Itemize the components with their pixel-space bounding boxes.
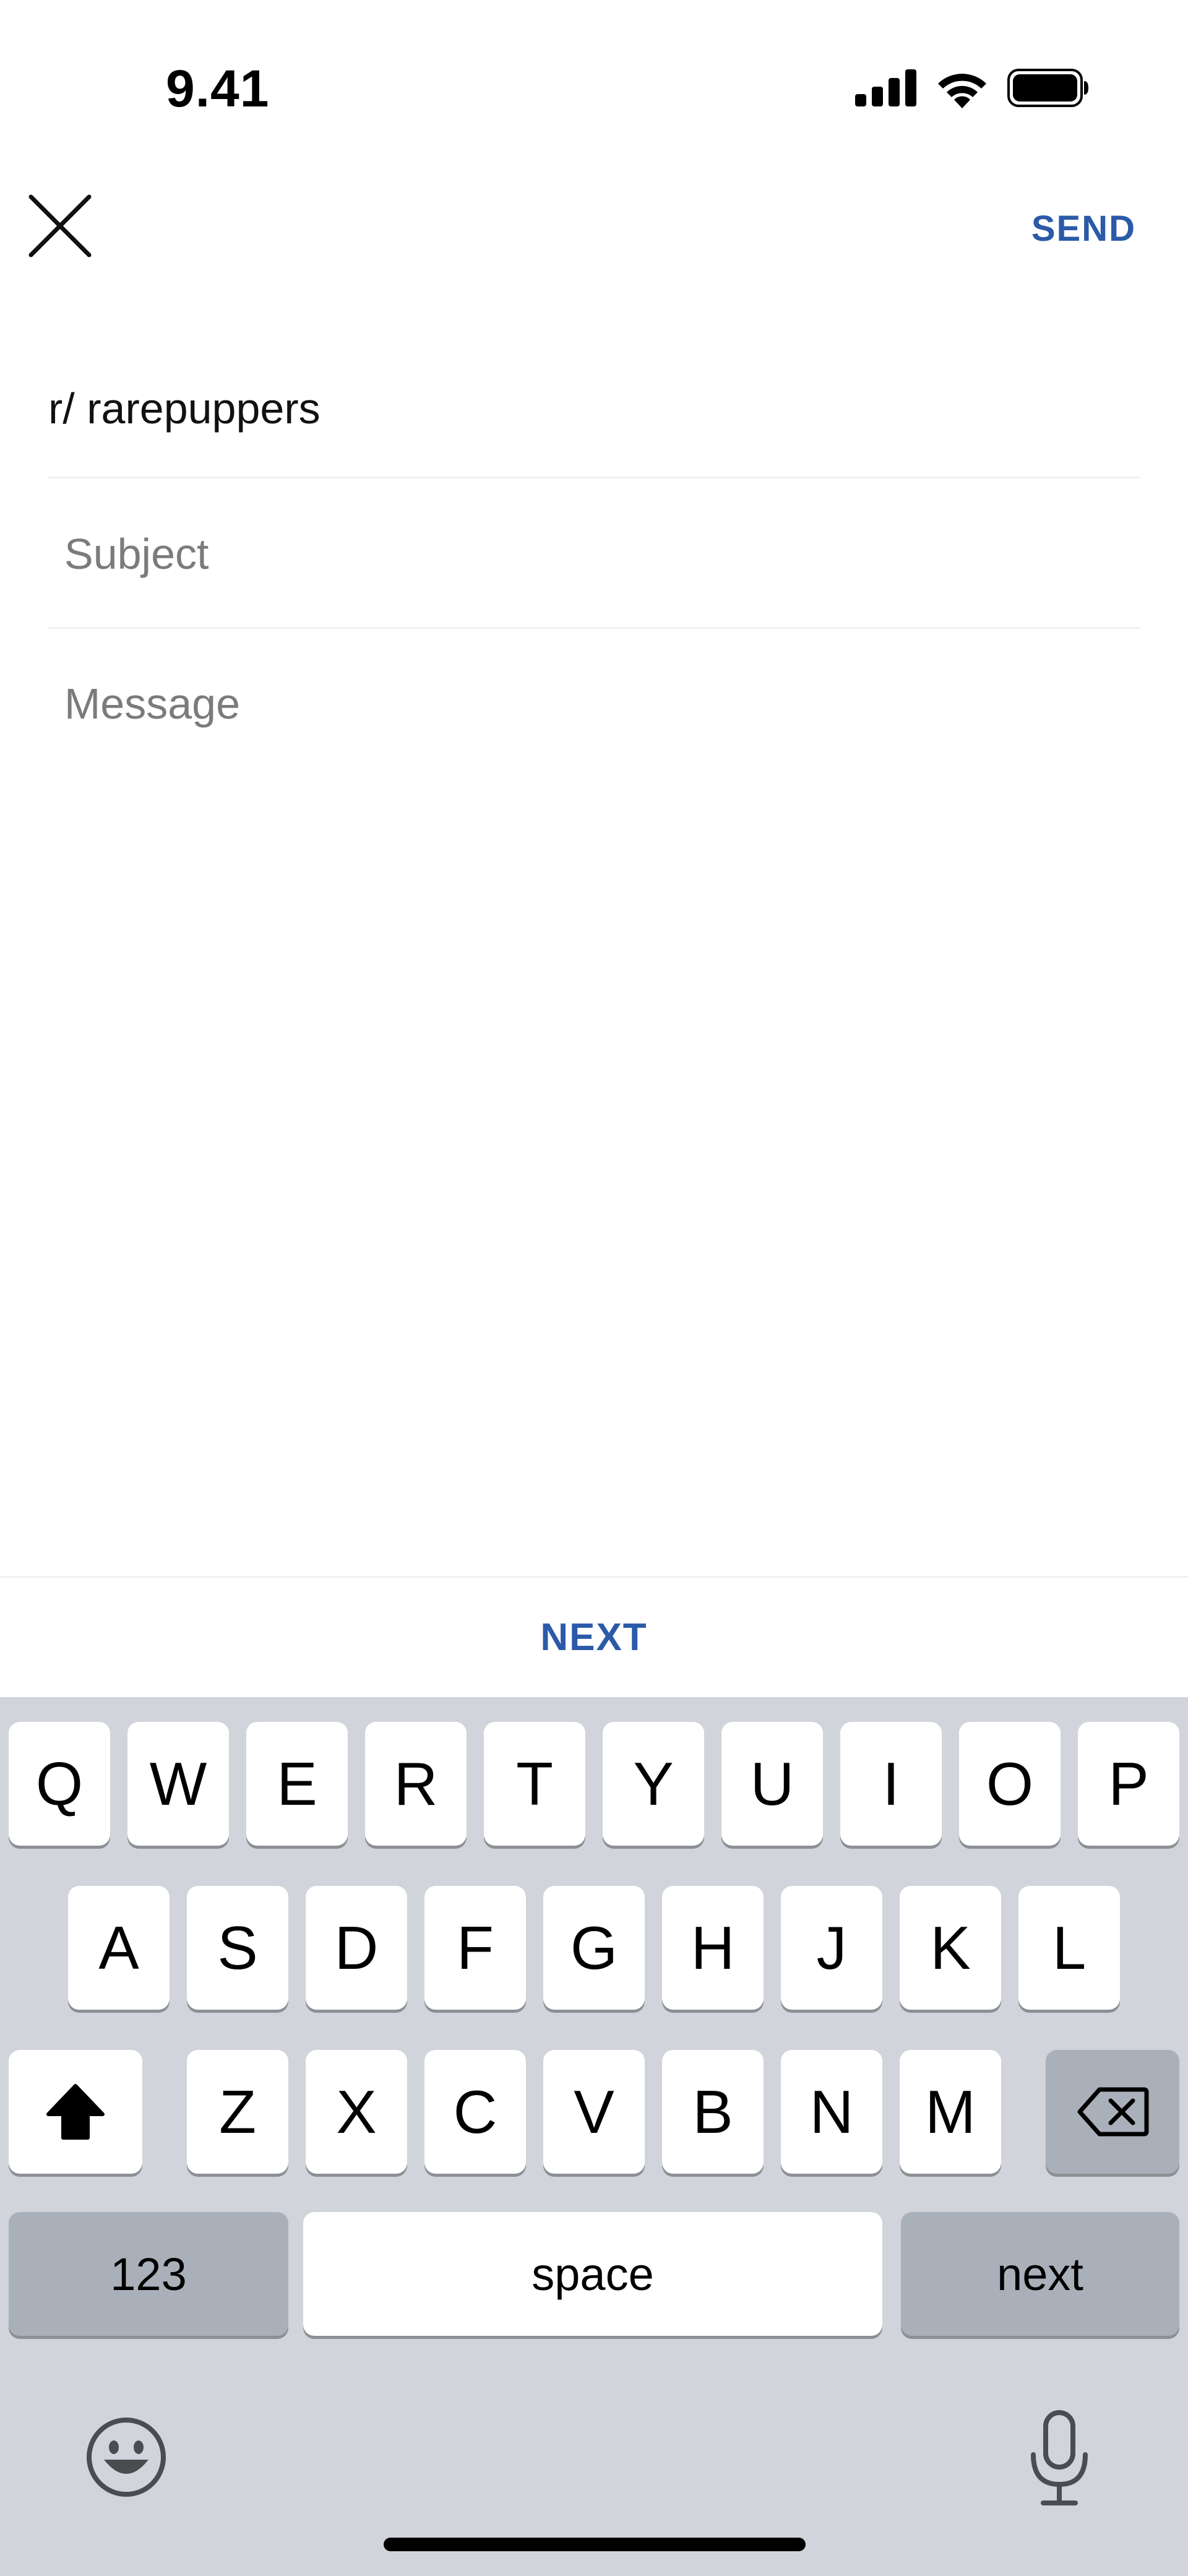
message-input[interactable] <box>48 663 1137 744</box>
status-icons <box>855 65 1089 111</box>
send-button[interactable]: SEND <box>1031 208 1136 249</box>
key-c[interactable]: C <box>424 2050 526 2174</box>
key-k[interactable]: K <box>900 1886 1001 2010</box>
recipient-field[interactable]: r/ rarepuppers <box>48 384 321 433</box>
key-p[interactable]: P <box>1078 1722 1179 1846</box>
key-n[interactable]: N <box>781 2050 882 2174</box>
microphone-button[interactable] <box>1025 2409 1094 2508</box>
backspace-icon <box>1077 2087 1149 2137</box>
key-f[interactable]: F <box>424 1886 526 2010</box>
space-key[interactable]: space <box>303 2212 882 2336</box>
emoji-icon <box>87 2418 166 2497</box>
key-y[interactable]: Y <box>603 1722 704 1846</box>
key-j[interactable]: J <box>781 1886 882 2010</box>
key-w[interactable]: W <box>127 1722 229 1846</box>
key-h[interactable]: H <box>662 1886 764 2010</box>
key-v[interactable]: V <box>543 2050 645 2174</box>
key-r[interactable]: R <box>365 1722 467 1846</box>
emoji-button[interactable] <box>84 2415 168 2499</box>
next-button[interactable]: NEXT <box>0 1578 1188 1697</box>
divider <box>48 477 1140 478</box>
key-e[interactable]: E <box>246 1722 348 1846</box>
numbers-key[interactable]: 123 <box>9 2212 288 2336</box>
key-i[interactable]: I <box>840 1722 942 1846</box>
shift-icon <box>46 2084 105 2140</box>
subject-input[interactable] <box>48 514 1137 594</box>
divider <box>48 627 1140 629</box>
microphone-icon <box>1031 2410 1088 2505</box>
status-time: 9.41 <box>166 59 270 118</box>
wifi-icon <box>938 74 986 108</box>
key-l[interactable]: L <box>1018 1886 1120 2010</box>
shift-key[interactable] <box>9 2050 142 2174</box>
key-g[interactable]: G <box>543 1886 645 2010</box>
key-b[interactable]: B <box>662 2050 764 2174</box>
keyboard: Q W E R T Y U I O P A S D F G H J K L Z … <box>0 1697 1188 2576</box>
return-key[interactable]: next <box>901 2212 1179 2336</box>
key-s[interactable]: S <box>187 1886 288 2010</box>
key-m[interactable]: M <box>900 2050 1001 2174</box>
signal-icon <box>855 69 916 106</box>
home-indicator <box>384 2538 806 2551</box>
key-x[interactable]: X <box>306 2050 407 2174</box>
close-button[interactable] <box>27 193 93 259</box>
key-d[interactable]: D <box>306 1886 407 2010</box>
key-a[interactable]: A <box>68 1886 170 2010</box>
key-q[interactable]: Q <box>9 1722 110 1846</box>
key-t[interactable]: T <box>484 1722 585 1846</box>
key-z[interactable]: Z <box>187 2050 288 2174</box>
key-o[interactable]: O <box>959 1722 1061 1846</box>
key-u[interactable]: U <box>721 1722 823 1846</box>
backspace-key[interactable] <box>1046 2050 1179 2174</box>
battery-icon <box>1007 69 1088 107</box>
close-icon <box>28 194 92 257</box>
